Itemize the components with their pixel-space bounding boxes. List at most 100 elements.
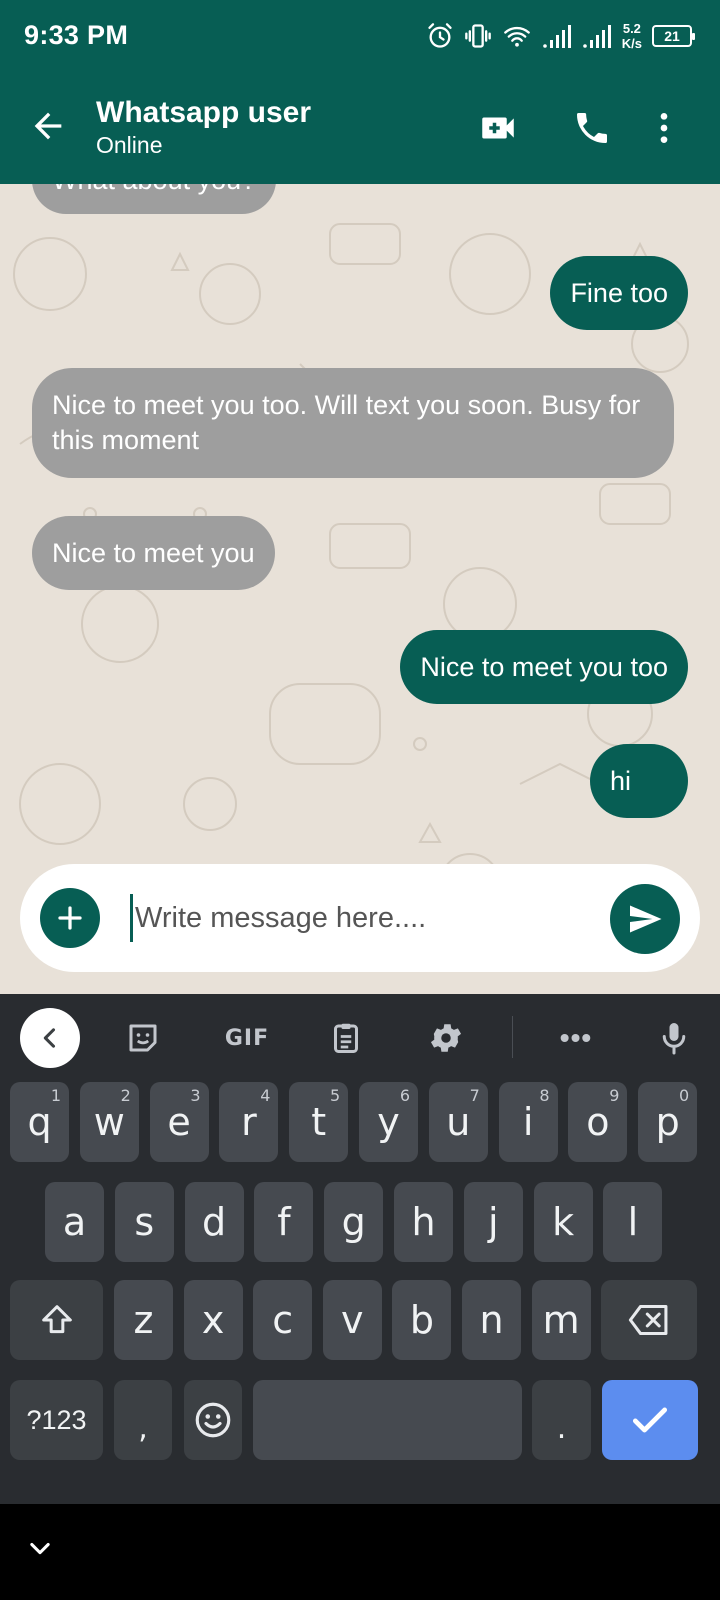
key-label: a (62, 1200, 87, 1244)
key-label: p (655, 1100, 680, 1144)
message-bubble-incoming[interactable]: Nice to meet you (32, 516, 275, 590)
status-bar: 9:33 PM 5.2 K/s 21 (0, 0, 720, 72)
symbols-key[interactable]: ?123 (10, 1380, 103, 1460)
key-s[interactable]: s (114, 1182, 174, 1262)
enter-key[interactable] (602, 1380, 698, 1460)
message-text: Nice to meet you too (420, 651, 668, 682)
message-bubble-outgoing[interactable]: Nice to meet you too (400, 630, 688, 704)
sticker-button[interactable] (115, 1010, 171, 1066)
keyboard-settings-button[interactable] (418, 1010, 474, 1066)
send-icon (630, 905, 662, 933)
message-input[interactable] (130, 894, 600, 942)
send-button[interactable] (610, 884, 680, 954)
period-key[interactable]: . (532, 1380, 591, 1460)
attach-button[interactable] (40, 888, 100, 948)
key-p[interactable]: p0 (638, 1082, 698, 1162)
message-bubble-outgoing[interactable]: hi (590, 744, 688, 818)
gear-icon (430, 1024, 462, 1052)
key-label: w (93, 1100, 125, 1144)
message-text: hi (610, 765, 632, 796)
key-hint: 0 (679, 1086, 690, 1105)
key-a[interactable]: a (45, 1182, 104, 1262)
symbols-label: ?123 (26, 1404, 87, 1435)
key-label: k (552, 1200, 575, 1244)
key-label: e (167, 1100, 191, 1144)
key-y[interactable]: y6 (359, 1082, 418, 1162)
shift-key[interactable] (10, 1280, 103, 1360)
key-e[interactable]: e3 (149, 1082, 209, 1162)
video-call-button[interactable] (472, 102, 524, 154)
message-bubble-incoming[interactable]: Nice to meet you too. Will text you soon… (32, 368, 674, 478)
voice-call-button[interactable] (566, 102, 618, 154)
key-hint: 3 (190, 1086, 201, 1105)
message-bubble-outgoing[interactable]: Fine too (550, 256, 688, 330)
chevron-down-icon (30, 1542, 50, 1555)
key-k[interactable]: k (533, 1182, 593, 1262)
key-x[interactable]: x (183, 1280, 243, 1360)
clipboard-button[interactable] (318, 1010, 374, 1066)
key-label: n (479, 1298, 504, 1342)
space-key[interactable] (253, 1380, 522, 1460)
contact-name[interactable]: Whatsapp user (96, 96, 311, 130)
wifi-icon (503, 26, 530, 47)
navigation-bar (0, 1504, 720, 1600)
sticker-icon (129, 1024, 157, 1052)
key-label: m (542, 1298, 580, 1342)
period-label: . (556, 1411, 567, 1446)
key-m[interactable]: m (531, 1280, 591, 1360)
gif-button[interactable]: GIF (215, 1010, 279, 1066)
signal-icon (542, 25, 571, 48)
key-label: b (409, 1298, 434, 1342)
key-o[interactable]: o9 (568, 1082, 628, 1162)
key-g[interactable]: g (324, 1182, 384, 1262)
message-bubble-incoming[interactable]: What about you? (32, 184, 277, 214)
chat-header: Whatsapp user Online (0, 72, 720, 184)
key-label: i (522, 1100, 534, 1144)
key-hint: 9 (609, 1086, 620, 1105)
key-r[interactable]: r4 (219, 1082, 279, 1162)
voice-input-button[interactable] (646, 1010, 702, 1066)
backspace-key[interactable] (601, 1280, 697, 1360)
status-icons: 5.2 K/s 21 (426, 16, 695, 56)
signal-icon-2 (582, 25, 611, 48)
keyboard-toolbar: GIF ••• (0, 994, 720, 1080)
key-label: l (627, 1200, 639, 1244)
key-label: t (311, 1100, 327, 1144)
key-label: h (411, 1200, 436, 1244)
key-q[interactable]: q1 (10, 1082, 69, 1162)
hide-keyboard-button[interactable] (20, 1528, 60, 1568)
key-l[interactable]: l (603, 1182, 663, 1262)
key-h[interactable]: h (394, 1182, 453, 1262)
keyboard-collapse-button[interactable] (20, 1008, 80, 1068)
key-j[interactable]: j (463, 1182, 523, 1262)
battery-icon: 21 (652, 25, 695, 47)
comma-key[interactable]: , (114, 1380, 172, 1460)
message-text: What about you? (52, 184, 256, 198)
key-z[interactable]: z (114, 1280, 173, 1360)
key-f[interactable]: f (254, 1182, 314, 1262)
message-composer (20, 864, 700, 972)
key-i[interactable]: i8 (498, 1082, 558, 1162)
key-v[interactable]: v (322, 1280, 382, 1360)
key-d[interactable]: d (184, 1182, 244, 1262)
key-hint: 6 (399, 1086, 410, 1105)
key-n[interactable]: n (462, 1280, 521, 1360)
more-tools-button[interactable]: ••• (546, 1010, 606, 1066)
back-arrow-icon (34, 112, 62, 140)
key-u[interactable]: u7 (428, 1082, 488, 1162)
key-c[interactable]: c (253, 1280, 313, 1360)
key-hint: 4 (260, 1086, 271, 1105)
more-options-button[interactable] (638, 102, 690, 154)
microphone-icon (662, 1023, 686, 1055)
key-label: g (341, 1200, 366, 1244)
key-t[interactable]: t5 (289, 1082, 349, 1162)
phone-icon (577, 113, 607, 143)
key-b[interactable]: b (392, 1280, 452, 1360)
key-label: u (446, 1100, 471, 1144)
emoji-key[interactable] (184, 1380, 242, 1460)
back-button[interactable] (24, 102, 72, 150)
key-w[interactable]: w2 (79, 1082, 139, 1162)
message-text: Nice to meet you (52, 537, 255, 568)
key-label: y (377, 1100, 400, 1144)
comma-label: , (138, 1411, 148, 1446)
